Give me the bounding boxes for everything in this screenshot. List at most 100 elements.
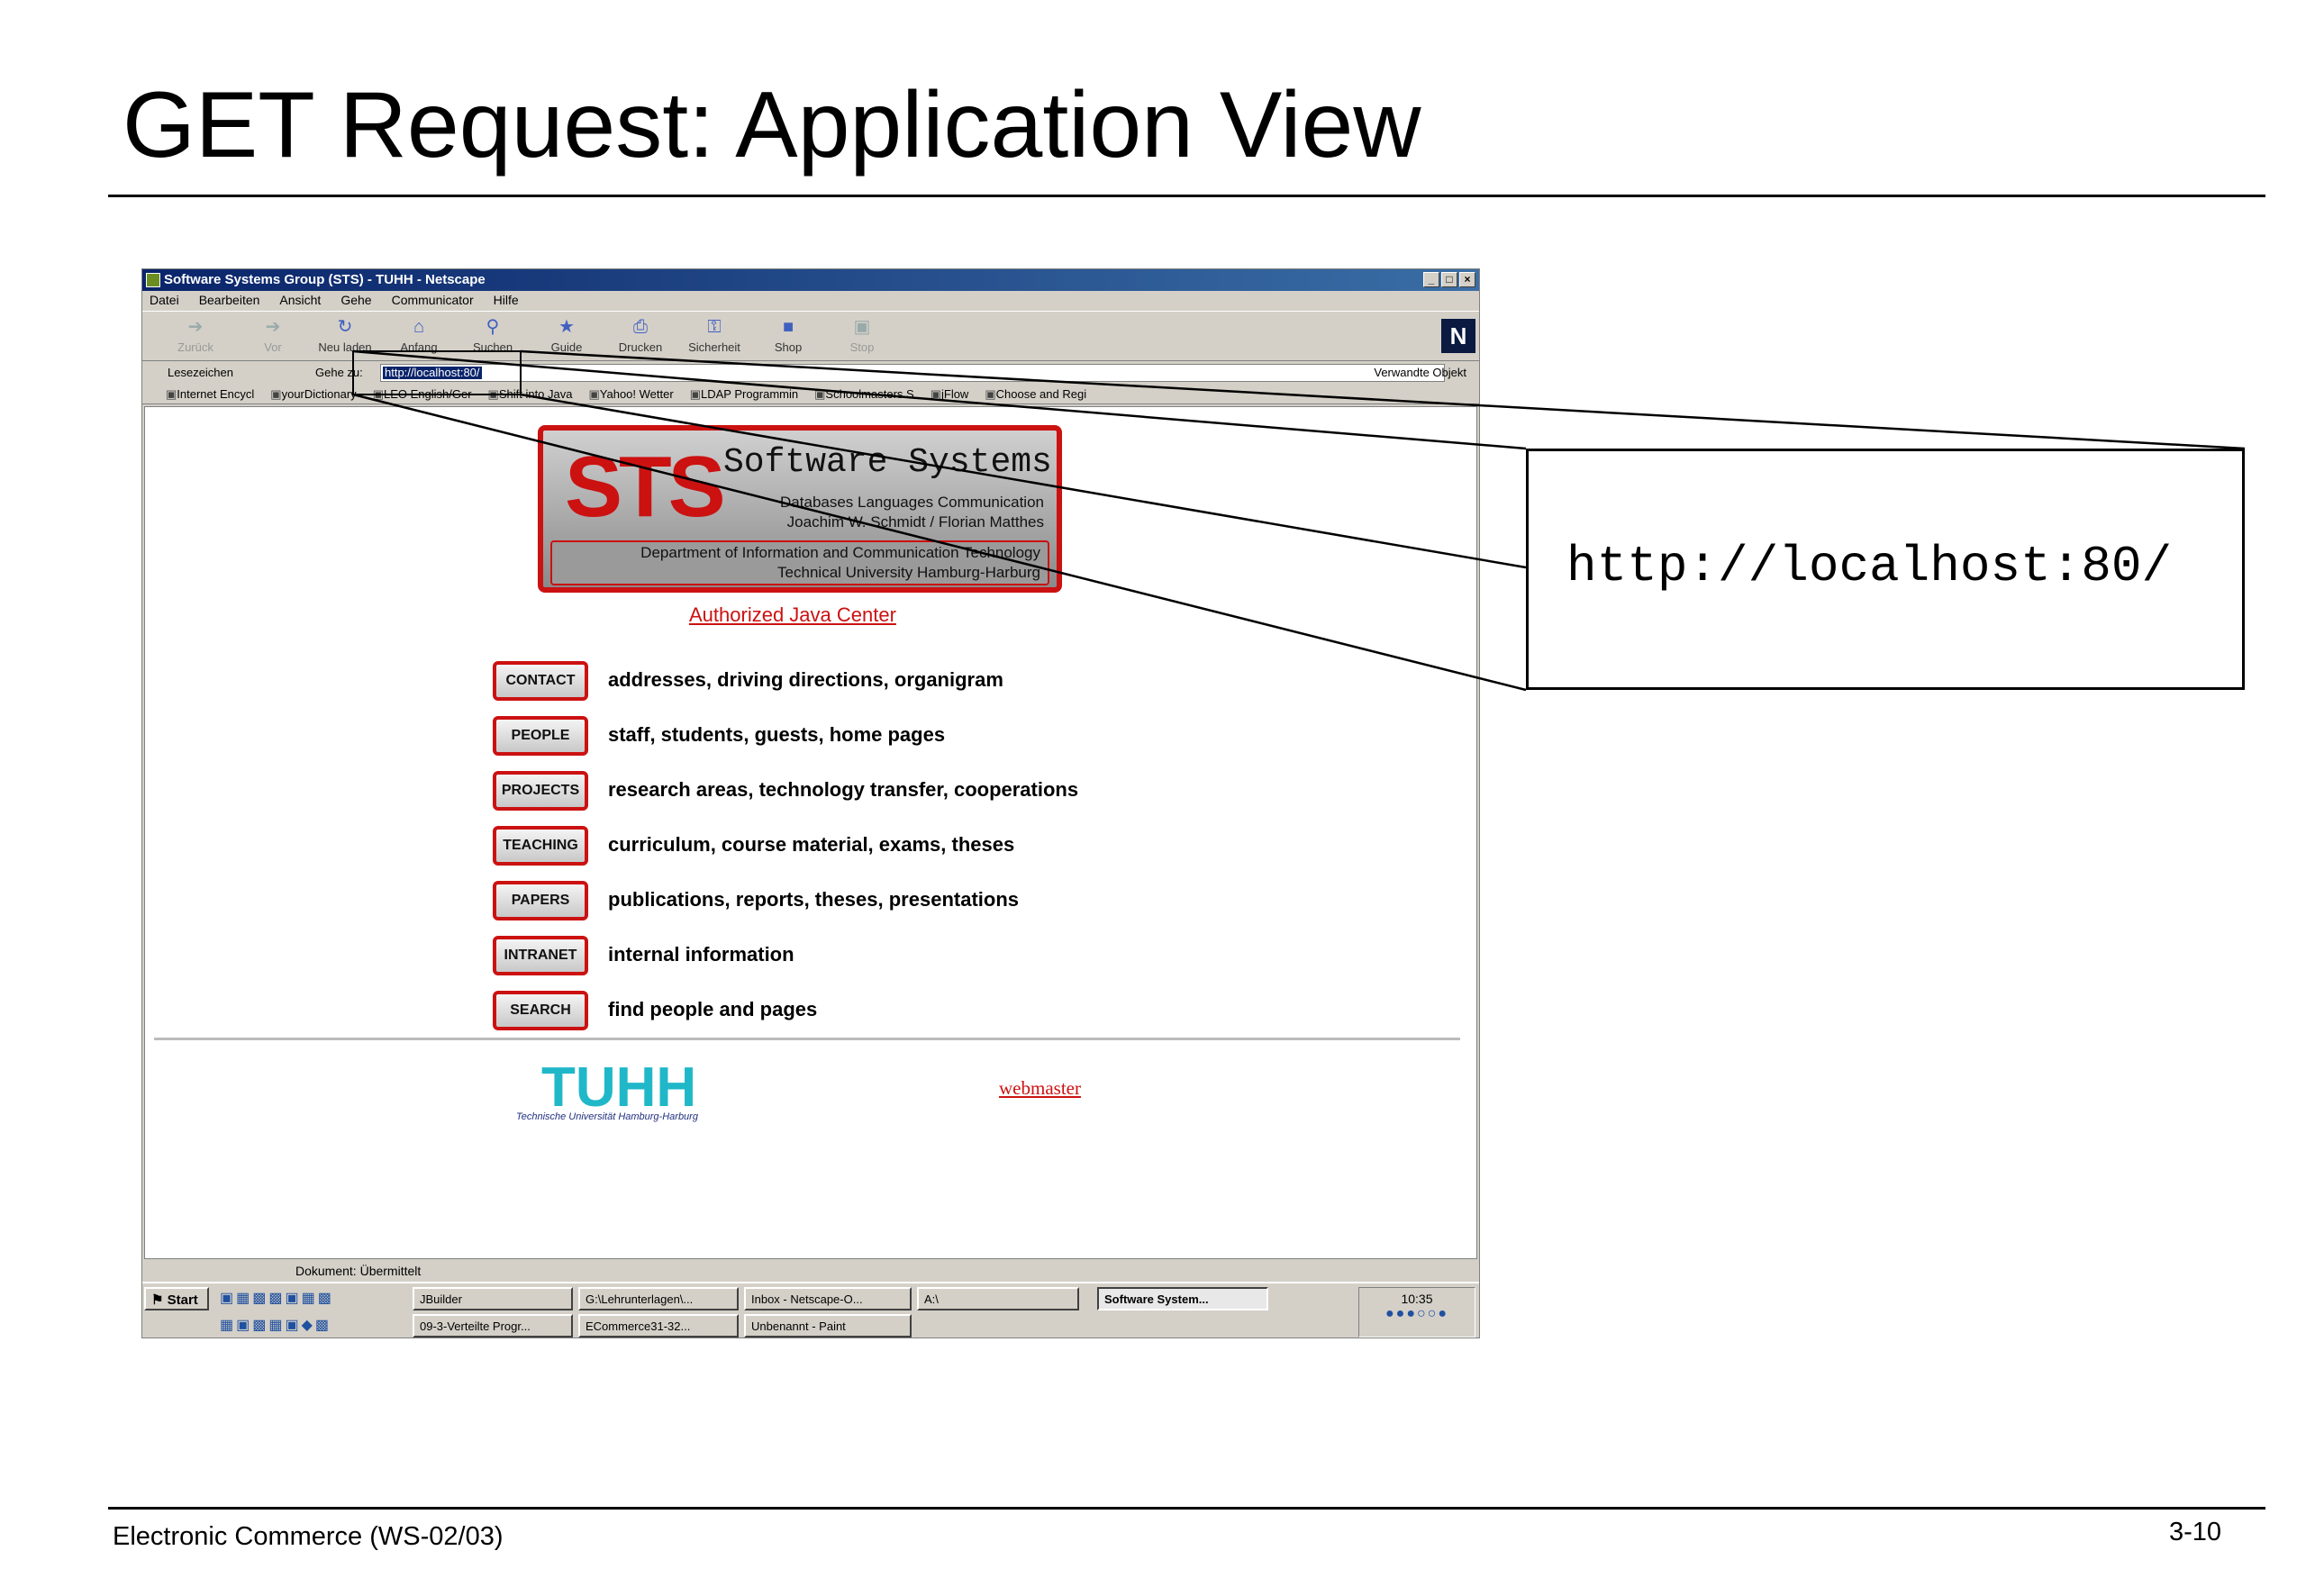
forward-label: Vor — [264, 340, 282, 354]
task-drive-a[interactable]: A:\ — [917, 1287, 1079, 1310]
start-button[interactable]: ⚑ Start — [144, 1287, 209, 1310]
url-value: http://localhost:80/ — [383, 366, 482, 379]
bookmark-item[interactable]: LEO English/Ger — [373, 387, 472, 401]
people-button[interactable]: PEOPLE — [493, 716, 588, 756]
task-inbox[interactable]: Inbox - Netscape-O... — [744, 1287, 912, 1310]
sts-logo-band: Department of Information and Communicat… — [550, 540, 1049, 585]
search-page-button[interactable]: SEARCH — [493, 991, 588, 1030]
tray-icons[interactable]: ●●●○○● — [1359, 1306, 1475, 1322]
nav-row-search: SEARCH find people and pages — [493, 991, 1177, 1032]
start-label: Start — [167, 1292, 198, 1308]
netscape-logo-icon[interactable]: N — [1441, 319, 1475, 353]
bookmark-item[interactable]: Choose and Regi — [985, 387, 1086, 401]
nav-description: addresses, driving directions, organigra… — [608, 668, 1003, 691]
url-input[interactable]: http://localhost:80/ — [380, 364, 1445, 382]
print-label: Drucken — [618, 340, 663, 354]
search-button[interactable]: ⚲ Suchen — [461, 317, 524, 354]
sts-logo-name: Software Systems — [723, 443, 1052, 482]
back-button[interactable]: ➔ Zurück — [164, 317, 227, 354]
footer-course: Electronic Commerce (WS-02/03) — [113, 1522, 504, 1551]
task-paint[interactable]: Unbenannt - Paint — [744, 1314, 912, 1338]
nav-row-teaching: TEACHING curriculum, course material, ex… — [493, 826, 1177, 867]
reload-label: Neu laden — [318, 340, 372, 354]
webmaster-link[interactable]: webmaster — [999, 1077, 1081, 1100]
minimize-button[interactable]: _ — [1423, 272, 1439, 287]
shop-label: Shop — [774, 340, 803, 354]
location-bar: Lesezeichen Gehe zu: http://localhost:80… — [142, 361, 1479, 385]
bookmark-item[interactable]: Schoolmasters S — [814, 387, 913, 401]
related-button[interactable]: Verwandte Objekt — [1374, 366, 1466, 379]
search-label: Suchen — [472, 340, 513, 354]
task-lehrunterlagen[interactable]: G:\Lehrunterlagen\... — [578, 1287, 739, 1310]
home-label: Anfang — [400, 340, 438, 354]
task-ecommerce[interactable]: ECommerce31-32... — [578, 1314, 739, 1338]
title-rule — [108, 195, 2265, 197]
bookmark-item[interactable]: LDAP Programmin — [690, 387, 798, 401]
sts-logo: STS Software Systems Databases Languages… — [538, 425, 1062, 593]
bookmark-item[interactable]: Internet Encycl — [166, 387, 254, 401]
contact-button[interactable]: CONTACT — [493, 661, 588, 701]
teaching-button[interactable]: TEACHING — [493, 826, 588, 866]
close-button[interactable]: × — [1459, 272, 1475, 287]
clock[interactable]: 10:35 — [1359, 1292, 1475, 1306]
forward-button[interactable]: ➔ Vor — [241, 317, 304, 354]
task-verteilte[interactable]: 09-3-Verteilte Progr... — [413, 1314, 573, 1338]
sts-logo-line: Department of Information and Communicat… — [640, 544, 1040, 561]
page-number: 3-10 — [2169, 1518, 2222, 1546]
tuhh-logo[interactable]: TUHH — [541, 1056, 696, 1120]
shop-button[interactable]: ■ Shop — [757, 317, 820, 354]
sts-logo-line: Technical University Hamburg-Harburg — [777, 564, 1040, 581]
intranet-button[interactable]: INTRANET — [493, 936, 588, 975]
page-content: STS Software Systems Databases Languages… — [144, 406, 1477, 1259]
bookmark-item[interactable]: jFlow — [931, 387, 968, 401]
nav-toolbar: ➔ Zurück ➔ Vor ↻ Neu laden ⌂ Anfang ⚲ Suchen … — [142, 311, 1479, 361]
slide-title: GET Request: Application View — [123, 73, 1421, 177]
print-icon: ⎙ — [633, 317, 648, 337]
quick-launch-icons[interactable]: ▦▣▩▦▣◆▩ — [220, 1316, 331, 1334]
maximize-button[interactable]: □ — [1441, 272, 1457, 287]
bookmark-item[interactable]: yourDictionary — [270, 387, 357, 401]
menu-datei[interactable]: Datei — [150, 293, 179, 309]
slide: GET Request: Application View Software S… — [0, 0, 2306, 1596]
home-button[interactable]: ⌂ Anfang — [387, 317, 450, 354]
nav-description: curriculum, course material, exams, thes… — [608, 833, 1015, 856]
menu-ansicht[interactable]: Ansicht — [279, 293, 321, 309]
browser-window: Software Systems Group (STS) - TUHH - Ne… — [141, 268, 1480, 1338]
projects-button[interactable]: PROJECTS — [493, 771, 588, 811]
window-controls: _ □ × — [1423, 272, 1475, 287]
ajc-link[interactable]: Authorized Java Center — [689, 603, 896, 627]
nav-row-people: PEOPLE staff, students, guests, home pag… — [493, 716, 1177, 757]
stop-icon: ▣ — [853, 317, 871, 337]
guide-button[interactable]: ★ Guide — [535, 317, 598, 354]
task-jbuilder[interactable]: JBuilder — [413, 1287, 573, 1310]
nav-row-projects: PROJECTS research areas, technology tran… — [493, 771, 1177, 812]
back-arrow-icon: ➔ — [187, 317, 204, 337]
page-divider — [154, 1038, 1460, 1040]
sts-logo-line: Joachim W. Schmidt / Florian Matthes — [786, 513, 1044, 530]
nav-row-contact: CONTACT addresses, driving directions, o… — [493, 661, 1177, 703]
menu-communicator[interactable]: Communicator — [392, 293, 474, 309]
shop-icon: ■ — [782, 317, 794, 337]
sts-logo-line: Databases Languages Communication — [780, 494, 1044, 511]
nav-description: research areas, technology transfer, coo… — [608, 778, 1079, 801]
papers-button[interactable]: PAPERS — [493, 881, 588, 920]
bookmark-item[interactable]: Shift into Java — [488, 387, 573, 401]
nav-description: find people and pages — [608, 998, 818, 1020]
menu-bearbeiten[interactable]: Bearbeiten — [199, 293, 260, 309]
bookmarks-button[interactable]: Lesezeichen — [168, 366, 233, 379]
taskbar: ⚑ Start ▣▦▩▩▣▦▩ ▦▣▩▦▣◆▩ JBuilder G:\Lehr… — [142, 1282, 1479, 1338]
task-software-systems[interactable]: Software System... — [1097, 1287, 1268, 1310]
print-button[interactable]: ⎙ Drucken — [609, 317, 672, 354]
nav-description: internal information — [608, 943, 794, 966]
menu-gehe[interactable]: Gehe — [340, 293, 371, 309]
back-label: Zurück — [177, 340, 213, 354]
stop-button[interactable]: ▣ Stop — [831, 317, 894, 354]
quick-launch-icons[interactable]: ▣▦▩▩▣▦▩ — [220, 1289, 334, 1307]
menu-hilfe[interactable]: Hilfe — [494, 293, 519, 309]
menu-bar: Datei Bearbeiten Ansicht Gehe Communicat… — [142, 291, 1479, 311]
status-text: Dokument: Übermittelt — [295, 1264, 422, 1278]
security-button[interactable]: ⚿ Sicherheit — [683, 317, 746, 354]
bookmark-item[interactable]: Yahoo! Wetter — [588, 387, 674, 401]
window-titlebar[interactable]: Software Systems Group (STS) - TUHH - Ne… — [142, 269, 1479, 291]
reload-button[interactable]: ↻ Neu laden — [313, 317, 377, 354]
